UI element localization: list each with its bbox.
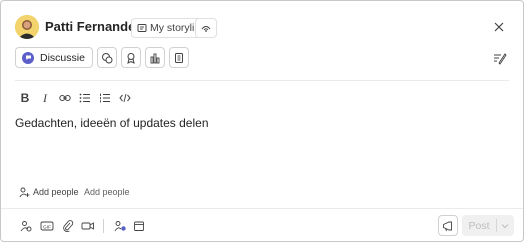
link-button[interactable]: [57, 89, 73, 107]
bottom-toolbar: GIF Post: [17, 215, 514, 236]
gif-button[interactable]: GIF: [38, 217, 56, 235]
question-icon: [102, 52, 113, 63]
praise-icon: [127, 52, 135, 64]
toolbar-separator: [103, 219, 104, 233]
formatting-toolbar: B I: [17, 89, 217, 107]
bold-icon: B: [20, 91, 30, 105]
post-type-row: Discussie: [15, 47, 511, 69]
post-button-label: Post: [468, 219, 490, 232]
compose-format-icon: [494, 53, 507, 65]
add-people-icon: [20, 221, 32, 232]
chevron-down-icon: [501, 223, 509, 228]
footer-divider: [1, 208, 523, 209]
video-icon: [81, 222, 94, 230]
attach-icon: [63, 220, 74, 232]
post-type-label: Discussie: [40, 51, 85, 64]
post-options-button[interactable]: [497, 223, 513, 229]
post-button[interactable]: Post: [462, 215, 514, 236]
add-people-input[interactable]: Add people: [84, 187, 130, 197]
bullet-list-icon: [79, 93, 90, 103]
post-composer-dialog: Patti Fernandez My storyline Discussie B…: [0, 0, 524, 242]
close-icon: [494, 22, 504, 32]
attach-button[interactable]: [59, 217, 77, 235]
calendar-icon: [134, 221, 144, 231]
bullet-list-button[interactable]: [77, 89, 93, 107]
megaphone-icon: [443, 221, 452, 231]
close-button[interactable]: [491, 19, 507, 35]
add-people-row: Add people Add people: [19, 186, 319, 200]
format-toggle-button[interactable]: [491, 49, 509, 67]
storyline-icon: [137, 24, 147, 32]
announcement-button[interactable]: [438, 215, 458, 236]
question-type-button[interactable]: [97, 47, 117, 68]
broadcast-icon: [201, 26, 211, 32]
mention-people-button[interactable]: [17, 217, 35, 235]
composer-header: Patti Fernandez My storyline: [15, 15, 511, 43]
article-type-button[interactable]: [169, 47, 189, 68]
add-people-button[interactable]: Add people: [33, 187, 79, 197]
bold-button[interactable]: B: [17, 89, 33, 107]
visibility-button[interactable]: [195, 18, 217, 38]
teams-button[interactable]: [111, 217, 129, 235]
avatar: [15, 15, 39, 39]
poll-icon: [150, 53, 160, 63]
calendar-button[interactable]: [130, 217, 148, 235]
discussion-icon: [22, 51, 34, 64]
teams-icon: [114, 221, 126, 232]
italic-icon: I: [43, 90, 47, 105]
gif-icon: GIF: [40, 221, 54, 231]
poll-type-button[interactable]: [145, 47, 165, 68]
numbered-list-button[interactable]: [97, 89, 113, 107]
message-input[interactable]: Gedachten, ideeën of updates delen: [15, 116, 209, 130]
numbered-list-icon: [100, 93, 110, 103]
praise-type-button[interactable]: [121, 47, 141, 68]
code-icon: [119, 93, 131, 103]
add-people-icon: [19, 187, 30, 198]
video-button[interactable]: [79, 217, 97, 235]
article-icon: [175, 52, 183, 63]
header-divider: [15, 80, 509, 81]
post-type-select[interactable]: Discussie: [15, 47, 93, 68]
author-name: Patti Fernandez: [45, 19, 142, 34]
link-icon: [59, 95, 71, 101]
italic-button[interactable]: I: [37, 89, 53, 107]
svg-text:GIF: GIF: [43, 224, 51, 230]
code-button[interactable]: [117, 89, 133, 107]
